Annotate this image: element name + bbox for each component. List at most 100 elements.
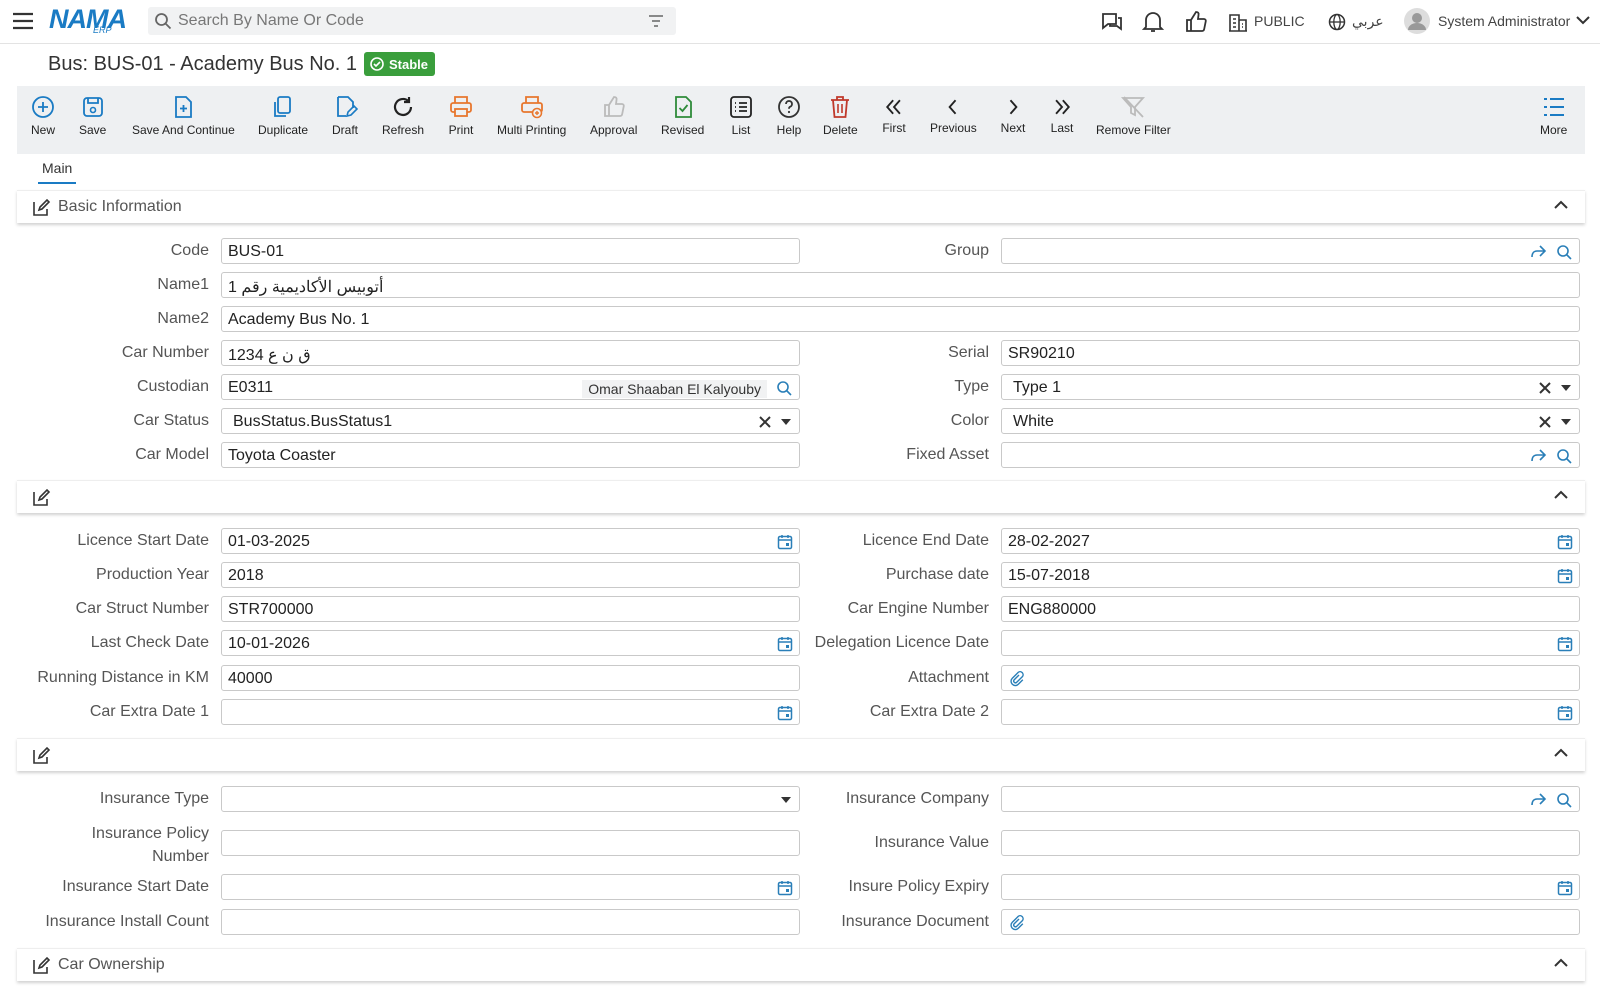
refresh-button[interactable]: Refresh bbox=[382, 94, 424, 137]
policy-number-field[interactable] bbox=[221, 830, 800, 856]
nama-logo[interactable]: NAMA ERP bbox=[49, 4, 133, 38]
attachment-field[interactable] bbox=[1001, 665, 1580, 691]
thumbs-up-icon[interactable] bbox=[1184, 10, 1208, 34]
tab-main[interactable]: Main bbox=[38, 160, 77, 184]
language-switch[interactable]: عربي bbox=[1352, 13, 1384, 30]
name1-field[interactable]: أتوبيس الأكاديمية رقم 1 bbox=[221, 272, 1580, 298]
calendar-icon[interactable] bbox=[1557, 705, 1573, 721]
car-model-field[interactable]: Toyota Coaster bbox=[221, 442, 800, 468]
car-number-field[interactable]: ق ن ع 1234 bbox=[221, 340, 800, 366]
chat-icon[interactable] bbox=[1100, 10, 1124, 34]
production-year-field[interactable]: 2018 bbox=[221, 562, 800, 588]
calendar-icon[interactable] bbox=[1557, 534, 1573, 550]
calendar-icon[interactable] bbox=[1557, 880, 1573, 896]
delete-button[interactable]: Delete bbox=[823, 94, 858, 137]
remove-filter-button[interactable]: Remove Filter bbox=[1096, 94, 1171, 137]
code-field[interactable]: BUS-01 bbox=[221, 238, 800, 264]
paperclip-icon[interactable] bbox=[1009, 671, 1025, 687]
share-icon[interactable] bbox=[1529, 244, 1547, 260]
insurance-start-date[interactable] bbox=[221, 874, 800, 900]
chevron-down-icon[interactable] bbox=[1576, 15, 1590, 25]
draft-button[interactable]: Draft bbox=[332, 94, 358, 137]
search-input[interactable] bbox=[178, 7, 628, 35]
clear-icon[interactable] bbox=[1539, 382, 1551, 394]
search-icon[interactable] bbox=[1555, 448, 1573, 464]
save-icon bbox=[82, 97, 103, 117]
user-name[interactable]: System Administrator bbox=[1438, 13, 1570, 29]
fixed-asset-field[interactable] bbox=[1001, 442, 1580, 468]
serial-field[interactable]: SR90210 bbox=[1001, 340, 1580, 366]
car-status-select[interactable]: BusStatus.BusStatus1 bbox=[221, 408, 800, 434]
engine-number-field[interactable]: ENG880000 bbox=[1001, 596, 1580, 622]
type-select[interactable]: Type 1 bbox=[1001, 374, 1580, 400]
insurance-document-field[interactable] bbox=[1001, 909, 1580, 935]
caret-down-icon[interactable] bbox=[1561, 419, 1571, 425]
revised-button[interactable]: Revised bbox=[661, 94, 704, 137]
calendar-icon[interactable] bbox=[777, 705, 793, 721]
install-count-field[interactable] bbox=[221, 909, 800, 935]
calendar-icon[interactable] bbox=[1557, 636, 1573, 652]
bell-icon[interactable] bbox=[1142, 10, 1164, 34]
extra-date-2[interactable] bbox=[1001, 699, 1580, 725]
caret-down-icon[interactable] bbox=[781, 797, 791, 803]
filter-icon[interactable] bbox=[648, 13, 664, 29]
search-icon[interactable] bbox=[775, 380, 793, 396]
last-check-date[interactable]: 10-01-2026 bbox=[221, 630, 800, 656]
purchase-date-field[interactable]: 15-07-2018 bbox=[1001, 562, 1580, 588]
struct-number-field[interactable]: STR700000 bbox=[221, 596, 800, 622]
clear-icon[interactable] bbox=[1539, 416, 1551, 428]
calendar-icon[interactable] bbox=[777, 534, 793, 550]
calendar-icon[interactable] bbox=[777, 880, 793, 896]
group-field[interactable] bbox=[1001, 238, 1580, 264]
clear-icon[interactable] bbox=[759, 416, 771, 428]
licence-end-date[interactable]: 28-02-2027 bbox=[1001, 528, 1580, 554]
section-insurance[interactable] bbox=[17, 738, 1585, 771]
search-icon[interactable] bbox=[1555, 244, 1573, 260]
paperclip-icon[interactable] bbox=[1009, 915, 1025, 931]
previous-button[interactable]: Previous bbox=[930, 96, 977, 135]
chevron-right-icon bbox=[1009, 99, 1018, 115]
extra-date-1[interactable] bbox=[221, 699, 800, 725]
licence-start-date[interactable]: 01-03-2025 bbox=[221, 528, 800, 554]
section-basic-information[interactable]: Basic Information bbox=[17, 190, 1585, 223]
insurance-document-label: Insurance Document bbox=[841, 913, 989, 930]
help-button[interactable]: Help bbox=[776, 94, 802, 137]
chevron-up-icon[interactable] bbox=[1554, 490, 1568, 500]
insurance-value-field[interactable] bbox=[1001, 830, 1580, 856]
public-label[interactable]: PUBLIC bbox=[1254, 13, 1305, 29]
next-button[interactable]: Next bbox=[1000, 96, 1026, 135]
calendar-icon[interactable] bbox=[777, 636, 793, 652]
caret-down-icon[interactable] bbox=[1561, 385, 1571, 391]
custodian-field[interactable]: E0311 Omar Shaaban El Kalyouby bbox=[221, 374, 800, 400]
first-button[interactable]: First bbox=[881, 96, 907, 135]
save-button[interactable]: Save bbox=[79, 94, 106, 137]
chevron-up-icon[interactable] bbox=[1554, 958, 1568, 968]
list-button[interactable]: List bbox=[728, 94, 754, 137]
share-icon[interactable] bbox=[1529, 792, 1547, 808]
menu-icon[interactable] bbox=[12, 10, 34, 32]
section-licence[interactable] bbox=[17, 480, 1585, 513]
chevron-up-icon[interactable] bbox=[1554, 748, 1568, 758]
duplicate-button[interactable]: Duplicate bbox=[258, 94, 308, 137]
color-select[interactable]: White bbox=[1001, 408, 1580, 434]
name2-field[interactable]: Academy Bus No. 1 bbox=[221, 306, 1580, 332]
search-box[interactable] bbox=[148, 7, 676, 35]
multi-printing-button[interactable]: Multi Printing bbox=[497, 94, 566, 137]
insurance-type-select[interactable] bbox=[221, 786, 800, 812]
save-and-continue-button[interactable]: Save And Continue bbox=[132, 94, 235, 137]
last-button[interactable]: Last bbox=[1049, 96, 1075, 135]
search-icon[interactable] bbox=[1555, 792, 1573, 808]
insurance-company-field[interactable] bbox=[1001, 786, 1580, 812]
calendar-icon[interactable] bbox=[1557, 568, 1573, 584]
caret-down-icon[interactable] bbox=[781, 419, 791, 425]
insure-policy-expiry-date[interactable] bbox=[1001, 874, 1580, 900]
section-car-ownership[interactable]: Car Ownership bbox=[17, 948, 1585, 981]
running-distance-field[interactable]: 40000 bbox=[221, 665, 800, 691]
print-button[interactable]: Print bbox=[448, 94, 474, 137]
delegation-licence-date[interactable] bbox=[1001, 630, 1580, 656]
share-icon[interactable] bbox=[1529, 448, 1547, 464]
more-button[interactable]: More bbox=[1540, 94, 1567, 137]
approval-button[interactable]: Approval bbox=[590, 94, 637, 137]
new-button[interactable]: New bbox=[30, 94, 56, 137]
chevron-up-icon[interactable] bbox=[1554, 200, 1568, 210]
